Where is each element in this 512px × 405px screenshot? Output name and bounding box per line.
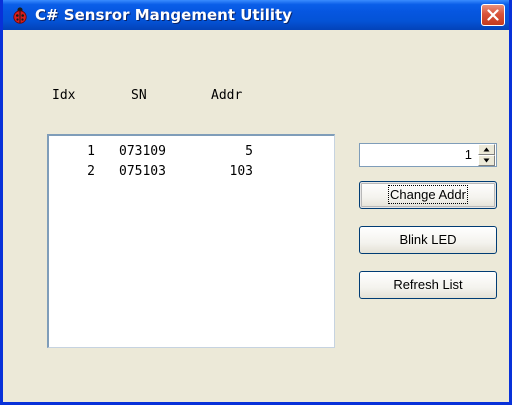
address-spinner[interactable]: 1 [359, 143, 497, 167]
ladybug-icon [13, 7, 27, 24]
refresh-list-button[interactable]: Refresh List [359, 271, 497, 299]
column-header-addr: Addr [211, 88, 243, 103]
column-header-idx: Idx [52, 88, 76, 103]
list-item[interactable]: 2 075103 103 [49, 164, 329, 182]
list-item-sn: 075103 [119, 164, 166, 179]
blink-led-label: Blink LED [399, 232, 457, 247]
list-item-addr: 5 [245, 144, 253, 159]
title-bar[interactable]: C# Sensror Mangement Utility [3, 0, 509, 30]
change-addr-button[interactable]: Change Addr [359, 181, 497, 209]
list-item-sn: 073109 [119, 144, 166, 159]
spinner-up-button[interactable] [478, 144, 495, 155]
main-window: C# Sensror Mangement Utility Idx SN Addr… [0, 0, 512, 405]
change-addr-label: Change Addr [388, 185, 468, 204]
list-item-idx: 1 [87, 144, 95, 159]
sensor-listbox[interactable]: 1 073109 5 2 075103 103 [47, 134, 335, 348]
list-item-idx: 2 [87, 164, 95, 179]
blink-led-button[interactable]: Blink LED [359, 226, 497, 254]
column-header-sn: SN [131, 88, 147, 103]
close-button[interactable] [481, 4, 505, 26]
arrow-up-icon [483, 147, 490, 152]
window-title: C# Sensror Mangement Utility [35, 6, 292, 24]
close-icon [487, 9, 499, 21]
list-item[interactable]: 1 073109 5 [49, 144, 329, 162]
list-item-addr: 103 [229, 164, 253, 179]
refresh-list-label: Refresh List [393, 277, 463, 292]
spinner-down-button[interactable] [478, 155, 495, 166]
address-spinner-value[interactable]: 1 [364, 147, 472, 162]
arrow-down-icon [483, 158, 490, 163]
